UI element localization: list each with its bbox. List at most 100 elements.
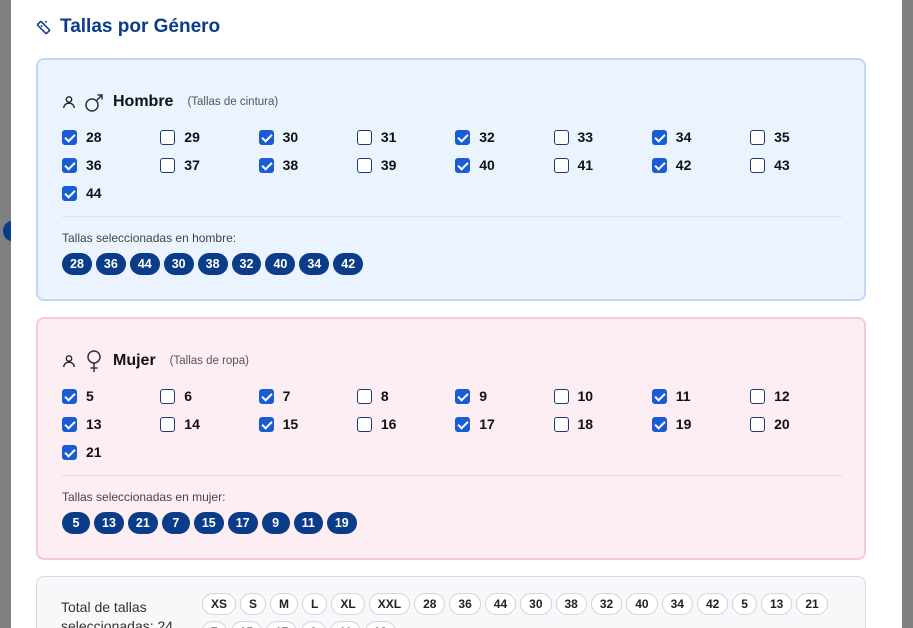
size-label: 10 xyxy=(577,388,594,404)
women-size-option[interactable]: 8 xyxy=(356,387,389,405)
women-size-option[interactable]: 12 xyxy=(750,387,790,405)
size-checkbox[interactable] xyxy=(258,416,274,432)
size-checkbox[interactable] xyxy=(553,416,569,432)
size-checkbox[interactable] xyxy=(455,416,471,432)
size-label: 5 xyxy=(86,388,94,404)
size-checkbox[interactable] xyxy=(750,129,766,145)
women-selected-pill: 17 xyxy=(227,512,258,534)
summary-size-chip: 38 xyxy=(555,593,587,615)
men-selected-pill: 42 xyxy=(333,253,364,275)
women-size-option[interactable]: 17 xyxy=(455,415,495,433)
summary-size-chip: 44 xyxy=(484,593,517,615)
summary-size-chip: 5 xyxy=(732,593,757,615)
size-checkbox[interactable] xyxy=(553,157,569,173)
women-size-option[interactable]: 11 xyxy=(651,387,691,405)
men-size-option[interactable]: 44 xyxy=(62,184,102,202)
women-selected-pill: 11 xyxy=(293,512,323,534)
women-size-option[interactable]: 18 xyxy=(553,415,593,433)
size-checkbox[interactable] xyxy=(160,129,176,145)
backdrop-left xyxy=(0,0,11,628)
women-size-option[interactable]: 20 xyxy=(750,415,790,433)
size-checkbox[interactable] xyxy=(356,157,372,173)
summary-size-chip: XS xyxy=(202,593,237,615)
men-panel: Hombre (Tallas de cintura) 28 29 30 31 32 33 3… xyxy=(36,58,866,301)
men-size-option[interactable]: 37 xyxy=(160,156,200,174)
men-title: Hombre xyxy=(113,93,174,110)
men-size-option[interactable]: 38 xyxy=(258,156,298,174)
men-size-option[interactable]: 42 xyxy=(651,156,692,174)
men-size-option[interactable]: 41 xyxy=(553,156,593,174)
size-checkbox[interactable] xyxy=(62,416,77,432)
women-size-option[interactable]: 10 xyxy=(553,387,594,405)
women-size-option[interactable]: 9 xyxy=(455,387,487,405)
women-size-option[interactable]: 15 xyxy=(258,415,299,433)
women-size-option[interactable]: 14 xyxy=(160,415,200,433)
size-checkbox[interactable] xyxy=(651,129,667,145)
size-checkbox[interactable] xyxy=(455,388,471,404)
women-size-option[interactable]: 7 xyxy=(258,387,290,405)
men-size-option[interactable]: 30 xyxy=(258,128,298,146)
size-checkbox[interactable] xyxy=(750,157,766,173)
summary-size-chip: 30 xyxy=(520,593,552,615)
women-panel: Mujer (Tallas de ropa) 5 6 7 8 9 10 11 12 13 14 15… xyxy=(36,317,866,560)
women-size-option[interactable]: 19 xyxy=(651,415,692,433)
size-checkbox[interactable] xyxy=(258,129,274,145)
divider xyxy=(62,475,842,476)
size-label: 6 xyxy=(184,388,193,404)
size-checkbox[interactable] xyxy=(62,388,77,404)
size-label: 19 xyxy=(675,416,692,432)
size-checkbox[interactable] xyxy=(356,129,372,145)
size-checkbox[interactable] xyxy=(651,157,667,173)
men-size-option[interactable]: 36 xyxy=(62,156,102,174)
summary-size-chip: 7 xyxy=(202,621,227,628)
size-checkbox[interactable] xyxy=(160,416,176,432)
women-size-option[interactable]: 5 xyxy=(62,387,94,405)
summary-size-chip: 28 xyxy=(414,593,446,615)
size-checkbox[interactable] xyxy=(651,416,667,432)
women-size-option[interactable]: 16 xyxy=(356,415,396,433)
men-size-option[interactable]: 32 xyxy=(455,128,495,146)
summary-size-chip: 17 xyxy=(266,621,298,628)
men-size-option[interactable]: 29 xyxy=(160,128,200,146)
size-checkbox[interactable] xyxy=(553,388,569,404)
men-size-option[interactable]: 33 xyxy=(553,128,593,146)
men-size-option[interactable]: 40 xyxy=(455,156,495,174)
men-size-option[interactable]: 39 xyxy=(356,156,396,174)
size-checkbox[interactable] xyxy=(258,388,274,404)
women-size-option[interactable]: 6 xyxy=(160,387,192,405)
women-size-option[interactable]: 13 xyxy=(62,415,102,433)
size-checkbox[interactable] xyxy=(62,185,77,201)
women-selected-label: Tallas seleccionadas en mujer: xyxy=(62,490,226,504)
summary-size-chip: 13 xyxy=(760,593,793,615)
summary-chips: XSSMLXLXXL283644303832403442513217151791… xyxy=(202,593,842,628)
men-size-option[interactable]: 31 xyxy=(356,128,396,146)
size-label: 34 xyxy=(675,129,692,145)
size-checkbox[interactable] xyxy=(455,157,471,173)
men-size-option[interactable]: 34 xyxy=(651,128,692,146)
size-label: 42 xyxy=(675,157,692,173)
men-size-option[interactable]: 35 xyxy=(750,128,790,146)
size-checkbox[interactable] xyxy=(62,444,77,460)
size-checkbox[interactable] xyxy=(651,388,667,404)
size-checkbox[interactable] xyxy=(62,157,77,173)
men-selected-pill: 40 xyxy=(265,253,296,275)
size-checkbox[interactable] xyxy=(750,416,766,432)
size-checkbox[interactable] xyxy=(62,129,77,145)
size-label: 15 xyxy=(282,416,299,432)
summary-size-chip: 19 xyxy=(364,621,397,628)
size-checkbox[interactable] xyxy=(553,129,569,145)
men-size-option[interactable]: 28 xyxy=(62,128,102,146)
size-label: 13 xyxy=(86,416,102,432)
size-checkbox[interactable] xyxy=(160,388,176,404)
ruler-icon xyxy=(36,20,51,34)
size-checkbox[interactable] xyxy=(356,416,372,432)
size-checkbox[interactable] xyxy=(455,129,471,145)
women-size-option[interactable]: 21 xyxy=(62,443,102,461)
size-checkbox[interactable] xyxy=(160,157,176,173)
size-checkbox[interactable] xyxy=(750,388,766,404)
size-checkbox[interactable] xyxy=(258,157,274,173)
size-checkbox[interactable] xyxy=(356,388,372,404)
men-selected-pill: 32 xyxy=(231,253,262,275)
women-title: Mujer xyxy=(113,352,156,369)
men-size-option[interactable]: 43 xyxy=(750,156,790,174)
